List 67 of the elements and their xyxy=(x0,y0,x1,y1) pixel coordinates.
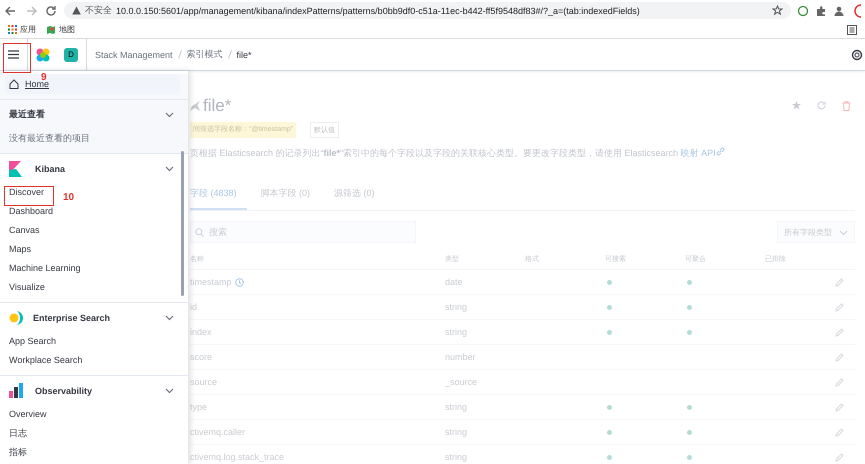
pencil-icon[interactable] xyxy=(835,452,844,462)
description-text: 页根据 Elasticsearch 的记录列出“file*”索引中的每个字段以及字段的关联核心类型。要更改字段类型，请使用 Elasticsearch 映射 API xyxy=(190,147,855,160)
profile-icon[interactable] xyxy=(833,4,845,16)
nav-link[interactable]: Workplace Search xyxy=(0,351,92,370)
pencil-icon[interactable] xyxy=(835,352,844,362)
help-ring-icon[interactable] xyxy=(851,48,863,60)
warning-icon xyxy=(72,6,81,15)
star-icon[interactable] xyxy=(792,101,801,110)
breadcrumb[interactable]: file* xyxy=(236,50,252,60)
map-icon xyxy=(46,24,56,34)
nav-link[interactable]: Canvas xyxy=(0,221,49,240)
pencil-icon[interactable] xyxy=(835,328,844,336)
section-header[interactable]: Observability xyxy=(0,376,188,405)
nav-link[interactable]: Maps xyxy=(0,240,40,259)
section-header[interactable]: Enterprise Search xyxy=(0,303,188,332)
forward-icon[interactable] xyxy=(24,4,38,18)
back-icon[interactable] xyxy=(4,4,18,18)
highlight-frame xyxy=(3,43,31,73)
home-icon xyxy=(9,79,19,89)
trash-icon[interactable] xyxy=(842,101,851,111)
pencil-icon[interactable] xyxy=(835,428,844,436)
flower-logo-icon[interactable] xyxy=(35,46,51,62)
nav-link[interactable]: Discover xyxy=(0,183,54,202)
search-icon xyxy=(195,228,204,237)
section-header[interactable]: Kibana xyxy=(0,154,188,183)
slash-separator-icon xyxy=(178,50,182,59)
address-bar[interactable]: 不安全 10.0.0.150:5601/app/management/kibana/indexPatterns/patterns/b0bb9df0-c51a-11ec-b442-ff5f9548df83#/?_a=(tab:indexedFields) xyxy=(64,2,791,19)
nav-link[interactable]: Machine Learning xyxy=(0,259,90,278)
observability-logo-icon xyxy=(9,382,25,398)
annotation-number: 10 xyxy=(63,192,74,203)
reload-icon[interactable] xyxy=(44,4,58,18)
apps-grid-icon xyxy=(8,25,17,34)
nav-link[interactable]: Visualize xyxy=(0,278,54,297)
bookmark-link[interactable]: 地图 xyxy=(46,24,75,35)
nav-link[interactable]: 日志 xyxy=(0,424,36,443)
pencil-icon[interactable] xyxy=(835,278,844,286)
chevron-icon xyxy=(839,228,848,236)
page-title: file* xyxy=(203,96,232,116)
menu-icon xyxy=(8,50,19,59)
scrollbar[interactable] xyxy=(181,151,184,296)
star-icon[interactable] xyxy=(772,5,783,16)
bookmark-link[interactable]: 应用 xyxy=(8,24,36,35)
highlight-frame xyxy=(4,186,54,206)
reading-list-icon[interactable] xyxy=(847,24,857,34)
breadcrumb[interactable]: 索引模式 xyxy=(186,48,223,61)
space-avatar[interactable]: D xyxy=(64,48,78,62)
security-label: 不安全 xyxy=(85,4,112,17)
refresh-icon[interactable] xyxy=(817,101,826,110)
pencil-icon[interactable] xyxy=(835,378,844,386)
nav-link[interactable]: 指标 xyxy=(0,443,36,462)
enterprise-logo-icon xyxy=(9,310,23,326)
star-icon[interactable] xyxy=(190,100,200,112)
nav-link[interactable]: Overview xyxy=(0,405,56,424)
slash-separator-icon xyxy=(228,50,232,59)
link-icon xyxy=(716,147,725,156)
empty-message: 没有最近查看的项目 xyxy=(8,132,91,145)
pencil-icon[interactable] xyxy=(835,402,844,412)
breadcrumb[interactable]: Stack Management xyxy=(95,50,173,60)
extension-icon[interactable] xyxy=(797,4,809,16)
puzzle-icon[interactable] xyxy=(815,4,827,16)
nav-link[interactable]: App Search xyxy=(0,332,66,351)
pencil-icon[interactable] xyxy=(835,302,844,312)
annotation-number: 9 xyxy=(41,72,47,83)
section-header[interactable]: 最近查看 xyxy=(0,100,188,129)
url-text: 10.0.0.150:5601/app/management/kibana/indexPatterns/patterns/b0bb9df0-c51a-11ec-b442-ff5f9548df83#/?_a=(tab:indexedFields) xyxy=(116,6,641,16)
kibana-logo-icon xyxy=(9,160,25,176)
nav-link[interactable]: Dashboard xyxy=(0,202,62,221)
